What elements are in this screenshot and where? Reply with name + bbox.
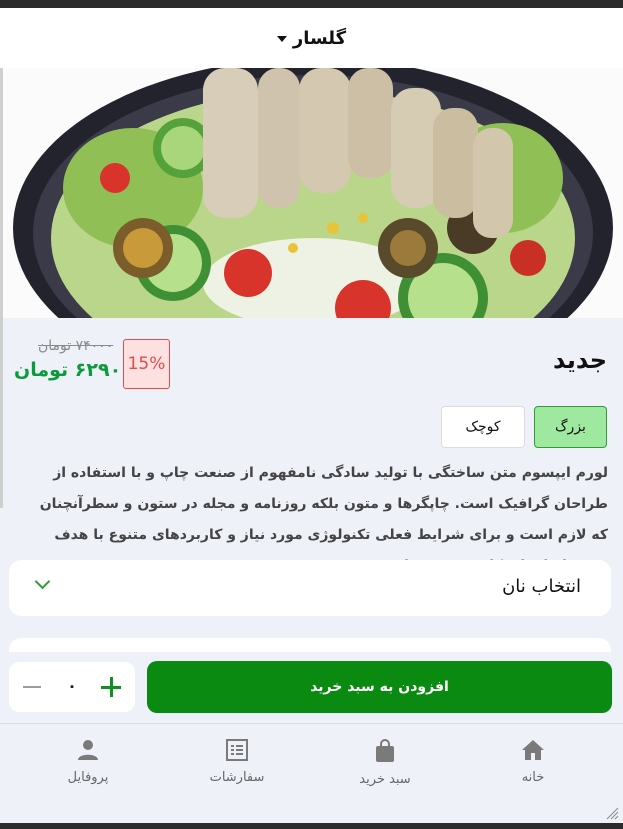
add-to-cart-button[interactable]: افزودن به سبد خرید — [147, 661, 612, 713]
location-title: گلسار — [292, 27, 347, 49]
nav-item-profile[interactable]: پروفایل — [38, 738, 138, 785]
home-icon — [522, 740, 544, 760]
bottom-navigation: خانه سبد خرید سفارشات پروفایل — [0, 723, 623, 823]
nav-label-home: خانه — [521, 770, 545, 785]
product-title: جدید — [552, 346, 607, 374]
plus-icon[interactable] — [101, 677, 121, 697]
size-option-small[interactable]: کوچک — [441, 406, 525, 448]
old-price: ۷۴۰۰۰ تومان — [38, 338, 114, 354]
nav-item-home[interactable]: خانه — [483, 738, 583, 785]
caret-down-icon — [276, 36, 287, 42]
bread-select-label: انتخاب نان — [502, 576, 581, 597]
quantity-value: ۰ — [67, 676, 77, 695]
discounted-price: ۶۲۹۰۰ تومان — [14, 359, 133, 381]
nav-item-cart[interactable]: سبد خرید — [335, 738, 435, 787]
shopping-bag-icon — [376, 739, 394, 762]
quantity-stepper: ۰ — [9, 662, 135, 712]
app-frame: گلسار جدید ۷۴۰۰۰ تومان ۶۲۹۰۰ تومان 15% ب… — [0, 8, 623, 823]
nav-label-orders: سفارشات — [209, 770, 265, 785]
top-header: گلسار — [0, 8, 623, 68]
bread-select-dropdown[interactable]: انتخاب نان — [9, 560, 611, 616]
size-option-large[interactable]: بزرگ — [534, 406, 607, 448]
nav-label-cart: سبد خرید — [359, 772, 411, 787]
minus-icon[interactable] — [23, 686, 41, 688]
resize-grip-icon[interactable] — [605, 806, 619, 820]
orders-list-icon — [226, 739, 248, 761]
chevron-down-icon — [34, 573, 51, 590]
discount-badge: 15% — [123, 339, 170, 389]
nav-label-profile: پروفایل — [67, 770, 109, 785]
nav-item-orders[interactable]: سفارشات — [187, 738, 287, 785]
product-image — [3, 68, 623, 318]
profile-icon — [78, 740, 98, 760]
location-selector[interactable]: گلسار — [276, 27, 347, 49]
